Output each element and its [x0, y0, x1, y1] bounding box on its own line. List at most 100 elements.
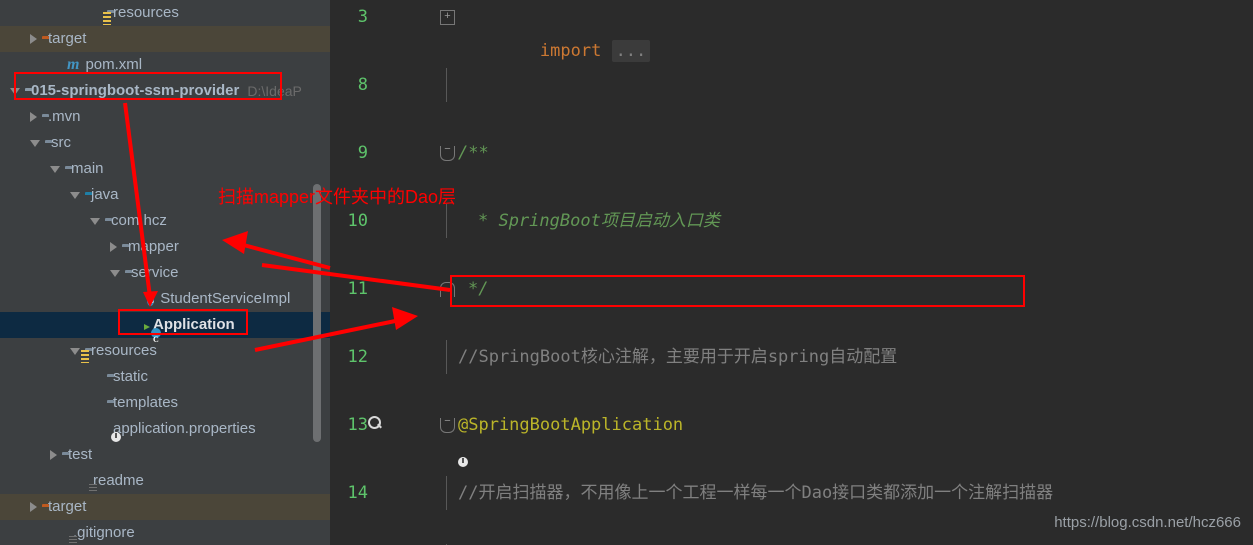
tree-item-mapper[interactable]: mapper [0, 234, 330, 260]
tree-item-main[interactable]: main [0, 156, 330, 182]
code-line[interactable]: 3 + import ... [330, 0, 1253, 62]
chevron-down-icon[interactable] [70, 347, 80, 355]
tree-item-label: main [71, 160, 104, 177]
tree-item-label: application.properties [113, 420, 256, 437]
line-number: 12 [347, 347, 368, 367]
maven-m-icon: m [67, 56, 80, 73]
code-line[interactable]: 8 [330, 68, 1253, 102]
fold-collapse-icon[interactable]: − [440, 416, 455, 433]
line-number: 14 [347, 483, 368, 503]
tree-item-label: com.hcz [111, 212, 167, 229]
tree-item-label: .mvn [48, 108, 81, 125]
code-editor[interactable]: 3 + import ... 8 9 − /** 10 * SpringBoot… [330, 0, 1253, 545]
chevron-down-icon[interactable] [70, 191, 80, 199]
fold-plus-icon[interactable]: + [440, 10, 455, 25]
tree-item-resources[interactable]: resources [0, 338, 330, 364]
tree-item-studentserviceimpl[interactable]: C StudentServiceImpl [0, 286, 330, 312]
fold-region-line [446, 204, 447, 238]
tree-item-015-springboot-ssm-provider[interactable]: 015-springboot-ssm-provider D:\IdeaP [0, 78, 330, 104]
code-line[interactable]: 12 //SpringBoot核心注解，主要用于开启spring自动配置 [330, 340, 1253, 374]
twisty-placeholder [50, 533, 62, 534]
tree-item-label: java [91, 186, 119, 203]
tree-vertical-scrollbar[interactable] [313, 184, 321, 442]
tree-item-pom-xml[interactable]: m pom.xml [0, 52, 330, 78]
javadoc-text: * SpringBoot项目启动入口类 [478, 211, 720, 231]
tree-item-label: target [48, 30, 87, 47]
tree-item-resources[interactable]: resources [0, 0, 330, 26]
tree-item-label: test [68, 446, 93, 463]
tree-item-com-hcz[interactable]: com.hcz [0, 208, 330, 234]
chevron-right-icon[interactable] [30, 34, 37, 44]
code-line[interactable]: 14 //开启扫描器，不用像上一个工程一样每一个Dao接口类都添加一个注解扫描器 [330, 476, 1253, 510]
project-tree-panel[interactable]: resources target m pom.xml 015-springboot-ss… [0, 0, 330, 545]
comment-springboot-core: //SpringBoot核心注解，主要用于开启spring自动配置 [458, 347, 898, 367]
tree-item-label: mapper [128, 238, 179, 255]
tree-item-label: 015-springboot-ssm-provider [31, 82, 240, 99]
tree-item-label: pom.xml [85, 56, 143, 73]
fold-region-line [446, 68, 447, 102]
chevron-down-icon[interactable] [110, 269, 120, 277]
tree-item-readme[interactable]: readme [0, 468, 330, 494]
fold-end-icon[interactable]: − [440, 282, 455, 297]
chevron-right-icon[interactable] [110, 242, 117, 252]
import-keyword: import [539, 41, 602, 61]
annotation-springbootapplication: @SpringBootApplication [458, 415, 684, 435]
annotation-note-text: 扫描mapper文件夹中的Dao层 [218, 187, 457, 207]
tree-item-label: resources [113, 4, 179, 21]
twisty-placeholder [90, 429, 102, 430]
twisty-placeholder [90, 377, 102, 378]
chevron-down-icon[interactable] [30, 139, 40, 147]
line-number: 9 [357, 143, 368, 163]
tree-item-templates[interactable]: templates [0, 390, 330, 416]
chevron-down-icon[interactable] [90, 217, 100, 225]
twisty-placeholder [130, 299, 142, 300]
tree-item-src[interactable]: src [0, 130, 330, 156]
chevron-right-icon[interactable] [50, 450, 57, 460]
tree-item-label: templates [113, 394, 179, 411]
line-number: 10 [347, 211, 368, 231]
tree-item-static[interactable]: static [0, 364, 330, 390]
tree-item--mvn[interactable]: .mvn [0, 104, 330, 130]
chevron-down-icon[interactable] [10, 87, 20, 95]
comment-scanner: //开启扫描器，不用像上一个工程一样每一个Dao接口类都添加一个注解扫描器 [458, 483, 1054, 503]
tree-item-label: StudentServiceImpl [160, 290, 291, 307]
tree-item--gitignore[interactable]: .gitignore [0, 520, 330, 545]
twisty-placeholder [90, 403, 102, 404]
tree-item-test[interactable]: test [0, 442, 330, 468]
twisty-placeholder [130, 325, 142, 326]
tree-item-target[interactable]: target [0, 26, 330, 52]
tree-item-application[interactable]: Application [0, 312, 330, 353]
line-number: 3 [357, 7, 368, 27]
chevron-down-icon[interactable] [50, 165, 60, 173]
tree-item-target[interactable]: target [0, 494, 330, 520]
fold-collapse-icon[interactable]: − [440, 144, 455, 161]
tree-item-service[interactable]: service [0, 260, 330, 286]
javadoc-close: */ [468, 279, 489, 299]
code-line[interactable]: 9 − /** [330, 136, 1253, 170]
tree-item-path: D:\IdeaP [247, 83, 302, 99]
watermark: https://blog.csdn.net/hcz666 [1054, 514, 1241, 531]
code-line[interactable]: 10 * SpringBoot项目启动入口类 [330, 204, 1253, 238]
code-line[interactable]: 11 − */ [330, 272, 1253, 306]
fold-region-line [446, 340, 447, 374]
chevron-right-icon[interactable] [30, 112, 37, 122]
tree-item-application-properties[interactable]: application.properties [0, 416, 330, 442]
code-line[interactable]: 13 − @SpringBootApplication [330, 408, 1253, 467]
twisty-placeholder [50, 65, 62, 66]
folded-imports[interactable]: ... [611, 40, 651, 62]
twisty-placeholder [70, 481, 82, 482]
tree-item-label: .gitignore [73, 524, 135, 541]
chevron-right-icon[interactable] [30, 502, 37, 512]
